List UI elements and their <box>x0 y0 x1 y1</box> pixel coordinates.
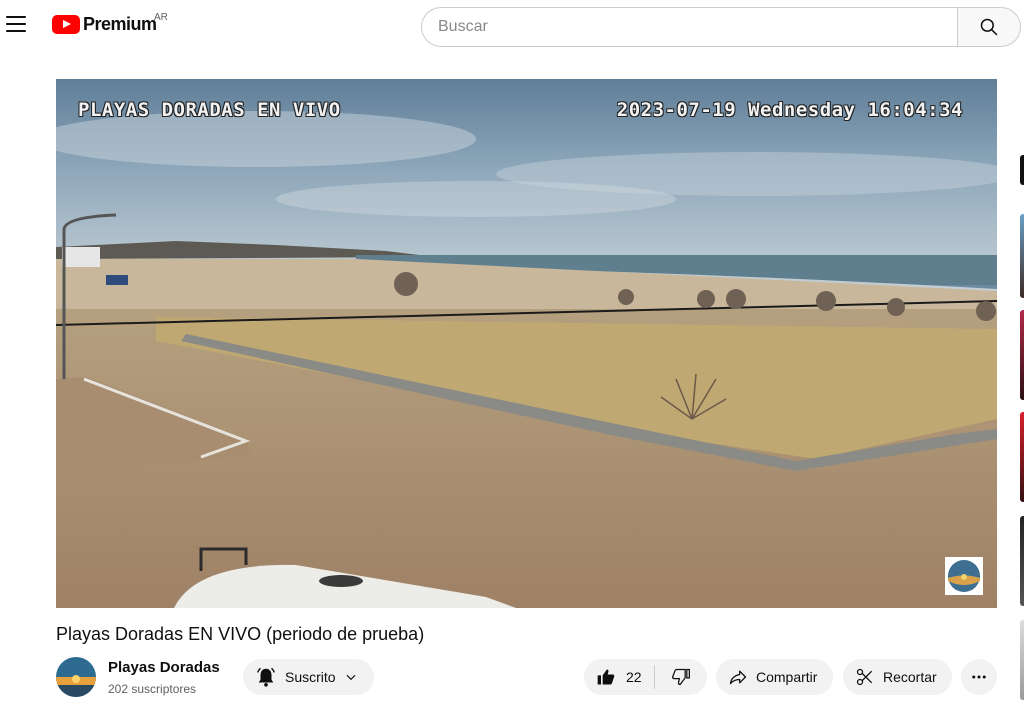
scissors-icon <box>856 668 873 686</box>
more-actions-button[interactable] <box>961 659 997 695</box>
top-bar: Premium AR <box>0 0 1024 56</box>
video-player[interactable]: PLAYAS DORADAS EN VIVO 2023-07-19 Wednes… <box>56 79 997 608</box>
channel-avatar[interactable] <box>56 657 96 697</box>
overlay-timestamp: 2023-07-19 Wednesday 16:04:34 <box>616 99 963 121</box>
share-button[interactable]: Compartir <box>716 659 833 695</box>
sidebar-thumbnail[interactable] <box>1020 516 1024 606</box>
channel-watermark[interactable] <box>945 557 983 595</box>
clip-label: Recortar <box>883 669 937 685</box>
logo-text: Premium <box>83 14 157 34</box>
search-bar <box>421 7 1021 47</box>
like-count: 22 <box>626 669 642 685</box>
avatar-image <box>56 657 96 697</box>
sidebar-thumbnail[interactable] <box>1020 155 1024 185</box>
sidebar-thumbnail[interactable] <box>1020 412 1024 502</box>
sidebar-thumbnail[interactable] <box>1020 214 1024 298</box>
subscriber-count: 202 suscriptores <box>108 682 197 696</box>
video-title: Playas Doradas EN VIVO (periodo de prueb… <box>56 624 425 644</box>
like-button[interactable]: 22 <box>584 659 654 695</box>
share-icon <box>729 670 747 685</box>
youtube-logo-icon <box>52 15 80 34</box>
search-button[interactable] <box>957 7 1021 47</box>
sidebar-thumbnail[interactable] <box>1020 620 1024 700</box>
search-input[interactable] <box>421 7 957 47</box>
channel-name[interactable]: Playas Doradas <box>108 659 220 676</box>
youtube-premium-logo[interactable]: Premium <box>52 14 157 35</box>
subscribed-button[interactable]: Suscrito <box>243 659 374 695</box>
thumbs-up-icon <box>597 669 615 685</box>
like-dislike-group: 22 <box>584 659 707 695</box>
video-frame <box>56 79 997 608</box>
search-icon <box>980 18 998 36</box>
sidebar-thumbnail[interactable] <box>1020 310 1024 400</box>
country-code: AR <box>154 12 168 23</box>
menu-icon[interactable] <box>6 16 26 32</box>
more-icon <box>972 675 986 679</box>
bell-icon <box>257 667 275 687</box>
channel-logo-icon <box>948 560 980 592</box>
share-label: Compartir <box>756 669 818 685</box>
clip-button[interactable]: Recortar <box>843 659 952 695</box>
thumbs-down-icon <box>672 668 690 686</box>
subscribe-label: Suscrito <box>285 669 336 685</box>
dislike-button[interactable] <box>655 659 707 695</box>
overlay-title: PLAYAS DORADAS EN VIVO <box>78 99 341 121</box>
chevron-down-icon <box>346 674 356 681</box>
